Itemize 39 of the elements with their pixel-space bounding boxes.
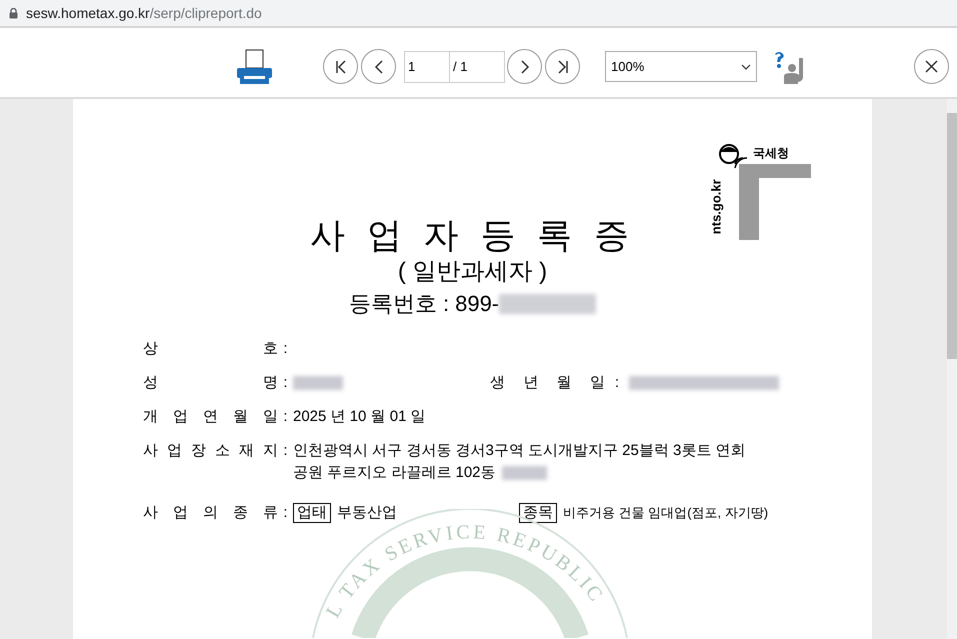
address-line: 인천광역시 서구 경서동 경서3구역 도시개발지구 25블럭 3롯트 연회 [293,441,746,461]
document-title: 사 업 자 등 록 증 [310,215,635,257]
registration-label: 등록번호 : [348,290,450,318]
colon: : [282,503,289,523]
field-label: 생 년 월 일 [490,373,605,393]
document-subtitle: ( 일반과세자 ) [398,257,548,287]
chevron-left-icon [374,60,384,74]
address-line: 공원 푸르지오 라끌레르 102동 [293,463,496,483]
type-tag: 업태 [293,503,331,523]
colon: : [282,373,289,393]
colon: : [282,407,289,427]
last-page-button[interactable] [545,49,580,84]
lock-icon [9,8,18,18]
chevron-right-icon [520,60,530,74]
field-value: 2025 년 10 월 01 일 [293,407,426,427]
zoom-select[interactable]: 100% [605,51,757,82]
first-page-icon [334,60,348,74]
field-label: 사 업 의 종 류 [143,503,278,523]
field-label: 개 업 연 월 일 [143,407,278,427]
next-page-button[interactable] [507,49,542,84]
last-page-icon [556,60,570,74]
first-page-button[interactable] [323,49,358,84]
caret-icon [741,64,751,70]
type-value: 부동산업 [337,503,397,523]
scrollbar[interactable] [947,99,957,639]
registration-number: 899- [455,290,500,318]
close-button[interactable] [914,49,949,84]
field-label: 상 호 [143,339,278,359]
field-label: 성 명 [143,373,278,393]
page-number-field[interactable]: 1 / 1 [404,50,505,82]
type-value: 비주거용 건물 임대업(점포, 자기땅) [563,504,768,522]
colon: : [614,373,620,393]
type-tag: 종목 [519,503,557,523]
url-text[interactable]: sesw.hometax.go.kr/serp/clipreport.do [26,2,262,24]
colon: : [282,339,289,359]
colon: : [282,441,289,461]
close-icon [925,60,938,73]
print-icon[interactable] [236,48,273,84]
field-label: 사 업 장 소 재 지 [143,441,278,461]
